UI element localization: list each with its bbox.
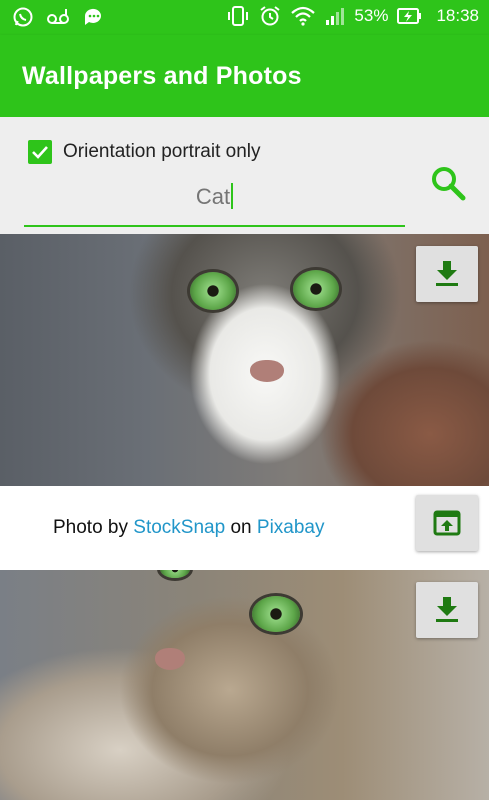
search-panel: Orientation portrait only Cat [0, 117, 489, 234]
chat-icon [82, 6, 104, 28]
cat-eye-left [190, 272, 236, 310]
status-bar: 53% 18:38 [0, 0, 489, 35]
clock: 18:38 [436, 6, 479, 25]
alarm-icon [258, 4, 282, 28]
search-input-value: Cat [195, 184, 231, 209]
open-in-browser-icon [433, 510, 461, 536]
result-photo-2[interactable] [0, 570, 489, 800]
photo-credit-row: Photo by StockSnap on Pixabay [0, 486, 489, 570]
result-photo-1[interactable] [0, 234, 489, 486]
orientation-label[interactable]: Orientation portrait only [63, 141, 261, 163]
checkmark-icon [32, 146, 48, 159]
download-button-1[interactable] [416, 246, 478, 302]
battery-percent: 53% [354, 6, 389, 25]
download-button-2[interactable] [416, 582, 478, 638]
cat-nose [155, 648, 185, 670]
search-input[interactable]: Cat [24, 175, 405, 227]
orientation-checkbox[interactable] [28, 140, 52, 164]
search-button[interactable] [428, 163, 468, 203]
cat-nose [250, 360, 284, 382]
cat-eye [252, 596, 300, 632]
credit-prefix: Photo by [53, 517, 134, 538]
credit-middle: on [225, 517, 257, 538]
wifi-icon [290, 5, 316, 27]
author-link[interactable]: StockSnap [133, 517, 225, 538]
text-cursor [231, 183, 234, 209]
download-icon [436, 261, 458, 286]
whatsapp-icon [12, 6, 34, 28]
cat-eye-right [293, 270, 339, 308]
app-bar: Wallpapers and Photos [0, 35, 489, 117]
vibrate-icon [226, 4, 250, 28]
open-in-browser-button[interactable] [416, 495, 478, 551]
status-right-icons: 53% 18:38 [226, 4, 479, 28]
search-icon [432, 167, 466, 201]
photo-credit: Photo by StockSnap on Pixabay [53, 517, 325, 539]
voicemail-icon [46, 6, 70, 28]
download-icon [436, 597, 458, 622]
signal-icon [324, 5, 346, 27]
app-title: Wallpapers and Photos [22, 62, 302, 90]
battery-charging-icon [396, 5, 422, 27]
cat-eye-partial [160, 570, 190, 578]
status-left-icons [12, 6, 104, 28]
pixabay-link[interactable]: Pixabay [257, 517, 325, 538]
